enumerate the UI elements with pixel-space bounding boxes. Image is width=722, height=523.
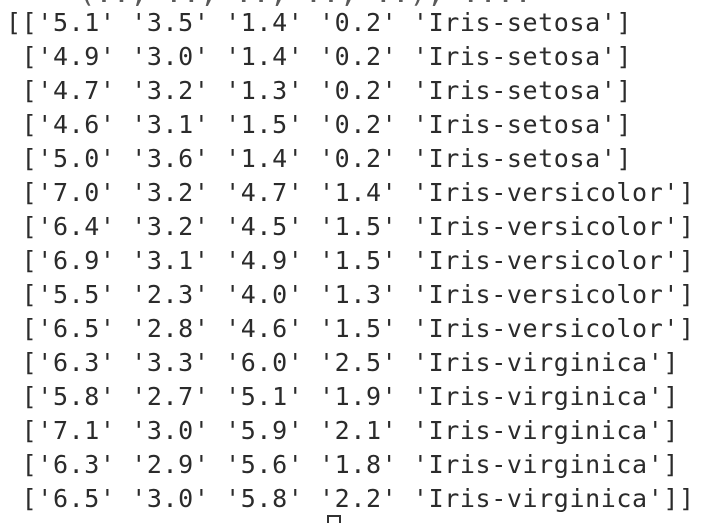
array-row: ['4.9' '3.0' '1.4' '0.2' 'Iris-setosa'] [6, 42, 633, 71]
partially-visible-previous-line: (.., .., .., .., ..), .... [8, 0, 567, 7]
array-row: ['5.5' '2.3' '4.0' '1.3' 'Iris-versicolo… [6, 280, 695, 309]
array-row: ['4.7' '3.2' '1.3' '0.2' 'Iris-setosa'] [6, 76, 633, 105]
array-row: ['5.0' '3.6' '1.4' '0.2' 'Iris-setosa'] [6, 144, 633, 173]
text-cursor-icon [327, 515, 341, 523]
array-row: [['5.1' '3.5' '1.4' '0.2' 'Iris-setosa'] [6, 8, 633, 37]
array-row: ['6.9' '3.1' '4.9' '1.5' 'Iris-versicolo… [6, 246, 695, 275]
array-row: ['7.1' '3.0' '5.9' '2.1' 'Iris-virginica… [6, 416, 680, 445]
array-row: ['4.6' '3.1' '1.5' '0.2' 'Iris-setosa'] [6, 110, 633, 139]
array-row: ['7.0' '3.2' '4.7' '1.4' 'Iris-versicolo… [6, 178, 695, 207]
array-row: ['6.5' '2.8' '4.6' '1.5' 'Iris-versicolo… [6, 314, 695, 343]
array-row: ['6.3' '3.3' '6.0' '2.5' 'Iris-virginica… [6, 348, 680, 377]
console-output: (.., .., .., .., ..), .... [['5.1' '3.5'… [0, 0, 722, 523]
array-row: ['6.5' '3.0' '5.8' '2.2' 'Iris-virginica… [6, 484, 695, 513]
array-row: ['5.8' '2.7' '5.1' '1.9' 'Iris-virginica… [6, 382, 680, 411]
array-row: ['6.3' '2.9' '5.6' '1.8' 'Iris-virginica… [6, 450, 680, 479]
array-output: [['5.1' '3.5' '1.4' '0.2' 'Iris-setosa']… [6, 6, 695, 516]
array-row: ['6.4' '3.2' '4.5' '1.5' 'Iris-versicolo… [6, 212, 695, 241]
